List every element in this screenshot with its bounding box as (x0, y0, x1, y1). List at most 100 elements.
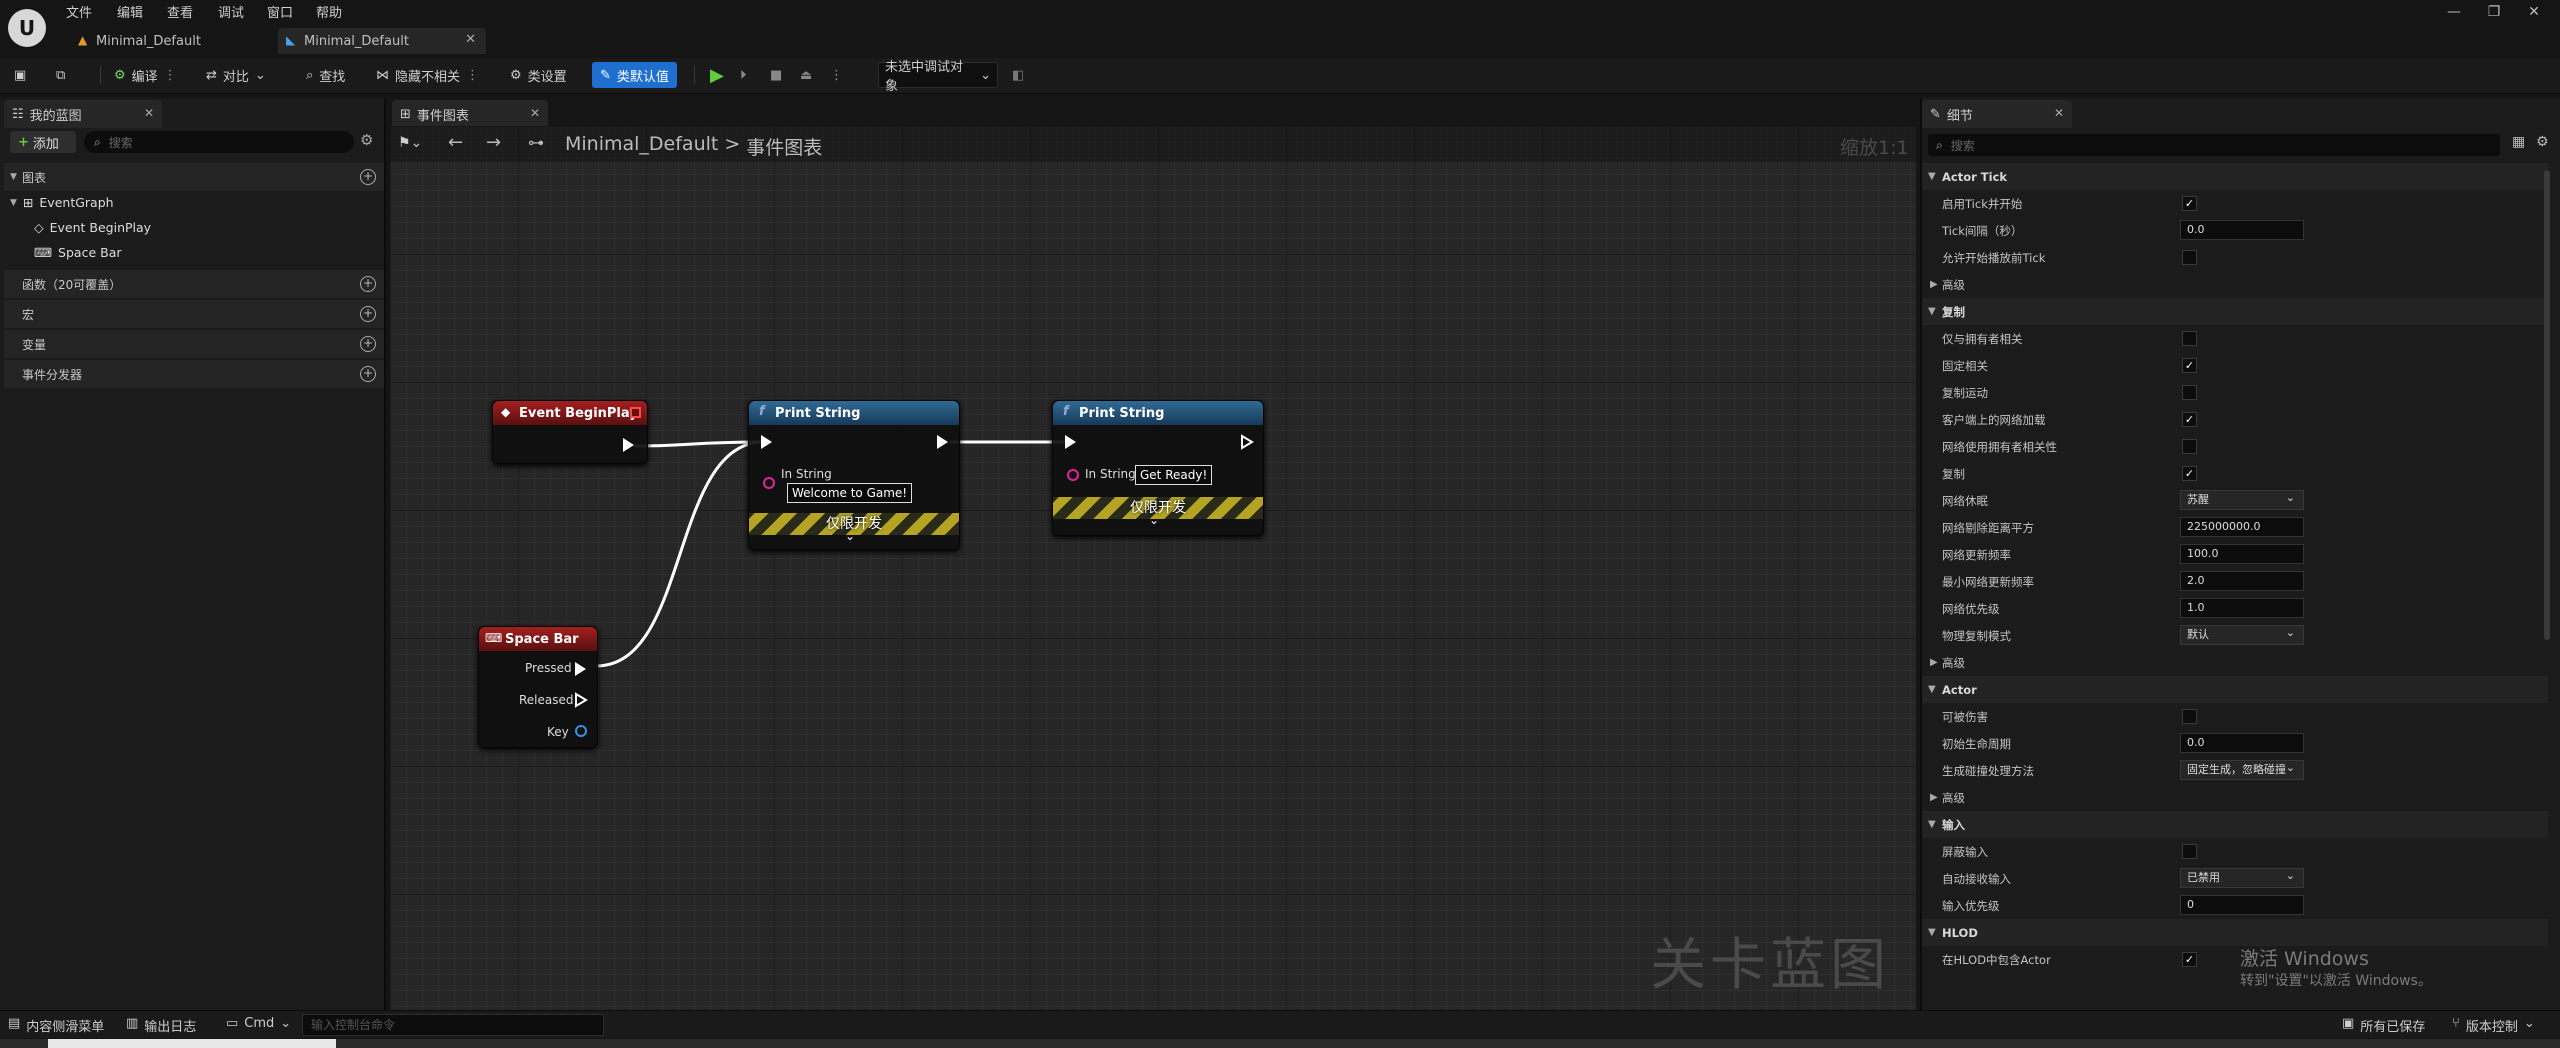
details-scrollbar[interactable] (2544, 170, 2550, 640)
details-advanced-toggle[interactable]: ▶ 高级 (1922, 271, 2548, 298)
content-drawer-button[interactable]: ▤ 内容侧滑菜单 (8, 1016, 104, 1035)
node-space-bar[interactable]: ⌨ Space Bar Pressed Released Key (478, 626, 598, 748)
menu-window[interactable]: 窗口 (267, 2, 293, 21)
add-variable-icon[interactable]: + (360, 336, 376, 352)
property-checkbox[interactable]: ✓ (2182, 358, 2197, 373)
class-defaults-button[interactable]: ✎ 类默认值 (592, 62, 677, 88)
property-input[interactable]: 100.0 (2180, 544, 2304, 564)
string-pin-icon[interactable] (1067, 469, 1079, 481)
hollow-exec-pin-icon[interactable] (574, 692, 588, 708)
exec-out-pin[interactable] (1241, 434, 1254, 450)
tab-my-blueprint[interactable]: ☷ 我的蓝图 ✕ (4, 100, 162, 128)
details-category[interactable]: ▼ 输入 (1922, 811, 2548, 838)
play-button[interactable]: ▶ (710, 62, 724, 88)
section-dispatchers[interactable]: 事件分发器 + (4, 360, 384, 388)
add-dispatcher-icon[interactable]: + (360, 366, 376, 382)
section-variables[interactable]: 变量 + (4, 330, 384, 358)
class-settings-button[interactable]: ⚙ 类设置 (510, 62, 567, 88)
expand-chevron-icon[interactable]: ⌄ (845, 529, 855, 543)
property-input[interactable]: 225000000.0 (2180, 517, 2304, 537)
in-string-input[interactable]: Welcome to Game! (787, 483, 913, 503)
stop-button[interactable]: ■ (770, 62, 782, 88)
console-input[interactable]: 输入控制台命令 (302, 1014, 604, 1036)
property-checkbox[interactable]: ✓ (2182, 952, 2197, 967)
gear-icon[interactable]: ⚙ (360, 131, 373, 149)
section-macros[interactable]: 宏 + (4, 300, 384, 328)
details-category[interactable]: ▼ Actor (1922, 676, 2548, 703)
menu-debug[interactable]: 调试 (218, 2, 244, 21)
step-button[interactable]: ⏵ (740, 62, 747, 88)
close-tab-icon[interactable]: ✕ (530, 106, 540, 120)
details-search-input[interactable]: ⌕ 搜索 (1928, 134, 2500, 156)
close-tab-icon[interactable]: ✕ (144, 106, 154, 120)
compile-button[interactable]: ⚙ 编译 ⋮ (114, 62, 177, 88)
property-input[interactable]: 2.0 (2180, 571, 2304, 591)
more-icon[interactable]: ⋮ (466, 68, 479, 83)
tab-details[interactable]: ✎ 细节 ✕ (1922, 100, 2072, 128)
exec-in-pin[interactable] (1065, 435, 1076, 449)
forward-arrow-icon[interactable]: → (486, 132, 501, 153)
save-status[interactable]: ▣ 所有已保存 (2342, 1016, 2425, 1035)
tab-blueprint-editor[interactable]: ◣ Minimal_Default ✕ (278, 28, 486, 54)
table-view-icon[interactable]: ▦ (2512, 134, 2525, 150)
play-options-button[interactable]: ⋮ (830, 62, 843, 88)
output-log-button[interactable]: ▥ 输出日志 (126, 1016, 196, 1035)
browse-button[interactable]: ⧉ (56, 62, 65, 88)
property-input[interactable]: 0.0 (2180, 733, 2304, 753)
property-checkbox[interactable] (2182, 250, 2197, 265)
property-checkbox[interactable] (2182, 844, 2197, 859)
in-string-input[interactable]: Get Ready! (1135, 465, 1213, 485)
more-icon[interactable]: ⋮ (164, 68, 177, 83)
diff-button[interactable]: ⇄ 对比 ⌄ (206, 62, 266, 88)
node-event-beginplay[interactable]: ◆ Event BeginPlay (492, 400, 648, 464)
property-checkbox[interactable] (2182, 439, 2197, 454)
source-control-button[interactable]: ⑂ 版本控制 ⌄ (2452, 1016, 2535, 1035)
add-macro-icon[interactable]: + (360, 306, 376, 322)
details-advanced-toggle[interactable]: ▶ 高级 (1922, 649, 2548, 676)
save-button[interactable]: ▣ (14, 62, 26, 88)
string-pin-icon[interactable] (763, 477, 775, 489)
add-function-icon[interactable]: + (360, 276, 376, 292)
section-functions[interactable]: 函数（20可覆盖） + (4, 270, 384, 298)
property-checkbox[interactable] (2182, 709, 2197, 724)
expand-chevron-icon[interactable]: ⌄ (1149, 513, 1159, 527)
debug-filter-button[interactable]: ◧ (1012, 62, 1024, 88)
bookmark-icon[interactable]: ⚑⌄ (398, 135, 422, 151)
add-graph-icon[interactable]: + (360, 169, 376, 185)
menu-file[interactable]: 文件 (66, 2, 92, 21)
property-checkbox[interactable] (2182, 385, 2197, 400)
property-input[interactable]: 0.0 (2180, 220, 2304, 240)
details-category[interactable]: ▼ HLOD (1922, 919, 2548, 946)
breadcrumb-root[interactable]: Minimal_Default (565, 133, 718, 160)
property-select[interactable]: 已禁用 (2180, 867, 2304, 888)
menu-edit[interactable]: 编辑 (117, 2, 143, 21)
tab-event-graph[interactable]: ⊞ 事件图表 ✕ (392, 100, 548, 128)
close-window-icon[interactable]: ✕ (2516, 0, 2552, 24)
property-checkbox[interactable]: ✓ (2182, 466, 2197, 481)
cmd-select[interactable]: ▭ Cmd ⌄ (226, 1016, 291, 1031)
gear-icon[interactable]: ⚙ (2536, 134, 2549, 150)
details-category[interactable]: ▼ 复制 (1922, 298, 2548, 325)
event-graph-canvas[interactable] (390, 126, 1916, 1010)
hide-unrelated-button[interactable]: ⋈ 隐藏不相关 ⋮ (376, 62, 479, 88)
close-tab-icon[interactable]: ✕ (465, 32, 476, 47)
struct-pin-icon[interactable] (575, 725, 587, 737)
minimize-icon[interactable]: — (2436, 0, 2472, 24)
property-checkbox[interactable] (2182, 331, 2197, 346)
details-category[interactable]: ▼ Actor Tick (1922, 163, 2548, 190)
menu-view[interactable]: 查看 (167, 2, 193, 21)
tree-item-eventgraph[interactable]: ▼ ⊞ EventGraph (10, 195, 114, 210)
tab-level-editor[interactable]: ▲ Minimal_Default (70, 28, 270, 54)
close-tab-icon[interactable]: ✕ (2054, 106, 2064, 120)
property-select[interactable]: 固定生成，忽略碰撞 (2180, 759, 2304, 780)
tree-item-space-bar[interactable]: ⌨ Space Bar (34, 245, 122, 260)
property-input[interactable]: 0 (2180, 895, 2304, 915)
add-button[interactable]: + 添加 (10, 131, 76, 153)
exec-out-pin[interactable] (937, 435, 948, 449)
node-print-string-1[interactable]: f Print String In String Welcome to Game… (748, 400, 960, 550)
eject-button[interactable]: ⏏ (800, 62, 812, 88)
property-checkbox[interactable]: ✓ (2182, 196, 2197, 211)
menu-help[interactable]: 帮助 (316, 2, 342, 21)
back-arrow-icon[interactable]: ← (448, 132, 463, 153)
taskbar-active-item[interactable] (48, 1039, 336, 1048)
